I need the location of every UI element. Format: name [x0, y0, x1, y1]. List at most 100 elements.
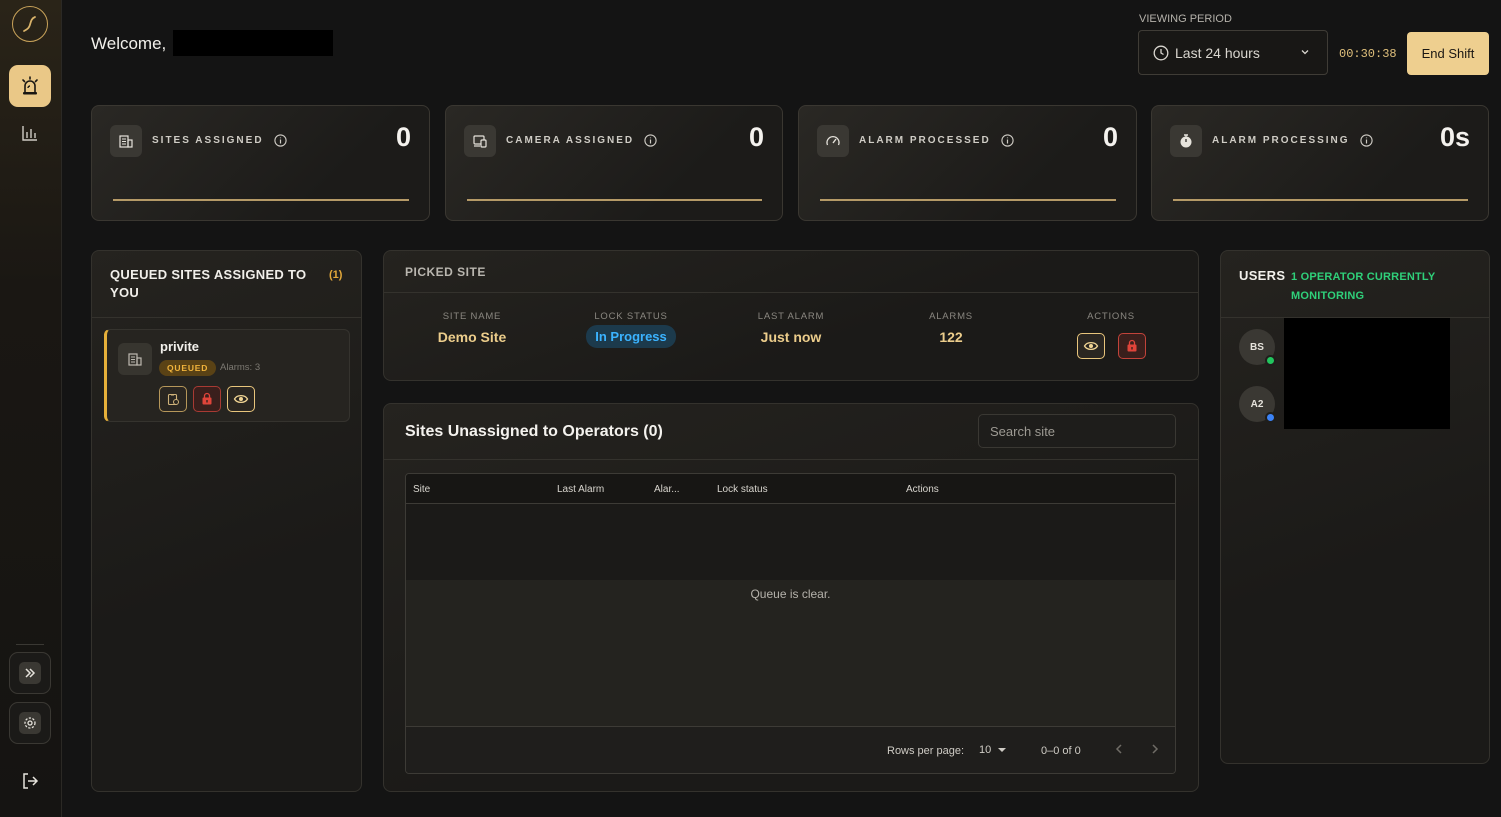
- stat-card-alarm-processed: ALARM PROCESSED 0: [798, 105, 1137, 221]
- rows-per-page-select[interactable]: 10: [979, 744, 1009, 756]
- viewing-period-value: Last 24 hours: [1175, 44, 1260, 61]
- lock-site-button[interactable]: [193, 386, 221, 412]
- panel-divider: [384, 459, 1198, 460]
- shift-timer: 00:30:38: [1339, 47, 1397, 61]
- eye-icon: [1083, 341, 1099, 351]
- column-header-alarms[interactable]: Alar...: [654, 484, 680, 495]
- clipboard-icon: [167, 393, 179, 406]
- app-logo-icon[interactable]: [12, 6, 48, 42]
- view-picked-site-button[interactable]: [1077, 333, 1105, 359]
- queued-site-name: privite: [160, 339, 200, 354]
- info-icon[interactable]: [1359, 134, 1373, 147]
- stat-label: SITES ASSIGNED: [152, 135, 264, 146]
- picked-col-last-alarm: LAST ALARM Just now: [711, 311, 871, 345]
- assign-site-button[interactable]: [159, 386, 187, 412]
- stat-progress-bar: [820, 199, 1116, 201]
- picked-last-alarm: Just now: [760, 329, 822, 345]
- queued-status-badge: QUEUED: [159, 360, 217, 376]
- unlock-picked-site-button[interactable]: [1118, 333, 1146, 359]
- column-header-site[interactable]: Site: [413, 484, 430, 495]
- siren-icon: [22, 76, 38, 95]
- stat-label: ALARM PROCESSED: [859, 135, 991, 146]
- redacted-username: [173, 30, 333, 56]
- column-header-lock-status[interactable]: Lock status: [717, 484, 768, 495]
- stat-card-alarm-processing: ALARM PROCESSING 0s: [1151, 105, 1489, 221]
- pagination-range: 0–0 of 0: [1041, 745, 1081, 757]
- users-title: USERS: [1239, 268, 1286, 283]
- users-panel: USERS 1 OPERATOR CURRENTLY MONITORING BS…: [1220, 250, 1490, 764]
- stat-progress-bar: [113, 199, 409, 201]
- table-body: [406, 580, 1175, 726]
- sidebar-divider: [16, 644, 44, 645]
- table-header: Site Last Alarm Alar... Lock status Acti…: [406, 474, 1175, 504]
- stat-label: CAMERA ASSIGNED: [506, 135, 635, 146]
- table-pagination: Rows per page: 10 0–0 of 0: [406, 726, 1175, 773]
- sidebar: [0, 0, 62, 817]
- rows-per-page-label: Rows per page:: [887, 745, 965, 757]
- settings-button[interactable]: [9, 702, 51, 744]
- info-icon[interactable]: [644, 134, 657, 147]
- gauge-icon: [817, 125, 849, 157]
- end-shift-button[interactable]: End Shift: [1407, 32, 1489, 75]
- alarms-nav-button[interactable]: [9, 65, 51, 107]
- camera-device-icon: [464, 125, 496, 157]
- column-header: SITE NAME: [442, 311, 502, 322]
- avatar[interactable]: BS: [1239, 329, 1276, 366]
- logout-button[interactable]: [9, 760, 51, 802]
- view-site-button[interactable]: [227, 386, 255, 412]
- stat-value: 0: [748, 122, 764, 152]
- logout-icon: [23, 773, 39, 789]
- analytics-nav-button[interactable]: [9, 112, 51, 154]
- stat-progress-bar: [467, 199, 762, 201]
- eye-icon: [233, 394, 249, 404]
- building-icon: [110, 125, 142, 157]
- stopwatch-icon: [1170, 125, 1202, 157]
- picked-site-title: PICKED SITE: [405, 265, 486, 279]
- table-body-band: [406, 504, 1175, 580]
- avatar-initials: A2: [1250, 398, 1264, 410]
- stat-progress-bar: [1173, 199, 1468, 201]
- picked-col-lock-status: LOCK STATUS In Progress: [551, 311, 711, 348]
- panel-divider: [92, 317, 361, 318]
- users-monitoring-status: 1 OPERATOR CURRENTLY MONITORING: [1291, 271, 1436, 302]
- stat-value: 0: [395, 122, 411, 152]
- picked-site-name: Demo Site: [437, 329, 507, 345]
- online-status-dot: [1265, 355, 1276, 366]
- avatar[interactable]: A2: [1239, 386, 1276, 423]
- expand-sidebar-button[interactable]: [9, 652, 51, 694]
- queued-site-alarms: Alarms: 3: [220, 362, 261, 373]
- unassigned-sites-panel: Sites Unassigned to Operators (0) Site L…: [383, 403, 1199, 792]
- column-header-last-alarm[interactable]: Last Alarm: [557, 484, 604, 495]
- building-icon: [118, 343, 152, 375]
- online-status-dot: [1265, 412, 1276, 423]
- queued-sites-title: QUEUED SITES ASSIGNED TO YOU: [110, 267, 307, 300]
- rows-per-page-value: 10: [979, 744, 992, 756]
- column-header: LOCK STATUS: [594, 311, 668, 322]
- stat-value: 0: [1102, 122, 1118, 152]
- unassigned-sites-title: Sites Unassigned to Operators (0): [405, 423, 663, 440]
- gear-icon: [24, 717, 36, 729]
- stat-label: ALARM PROCESSING: [1212, 135, 1350, 146]
- column-header-actions: Actions: [906, 484, 939, 495]
- queued-site-item[interactable]: privite QUEUED Alarms: 3: [104, 329, 350, 422]
- stat-value: 0s: [1439, 122, 1470, 152]
- stat-card-sites-assigned: SITES ASSIGNED 0: [91, 105, 430, 221]
- caret-down-icon: [998, 748, 1007, 752]
- info-icon[interactable]: [273, 134, 287, 147]
- avatar-initials: BS: [1250, 341, 1264, 353]
- column-header: LAST ALARM: [757, 311, 825, 322]
- info-icon[interactable]: [1001, 134, 1014, 147]
- chevron-left-icon[interactable]: [1112, 742, 1126, 756]
- queued-sites-panel: QUEUED SITES ASSIGNED TO YOU (1) privite…: [91, 250, 362, 792]
- redacted-user-list: [1284, 318, 1450, 429]
- lock-status-badge: In Progress: [586, 325, 676, 348]
- viewing-period-select[interactable]: Last 24 hours: [1138, 30, 1328, 75]
- lock-icon: [1127, 339, 1137, 352]
- chevrons-right-icon: [25, 668, 36, 678]
- chevron-right-icon[interactable]: [1148, 742, 1162, 756]
- bar-chart-icon: [22, 126, 37, 141]
- unassigned-sites-table: Site Last Alarm Alar... Lock status Acti…: [405, 473, 1176, 774]
- queued-sites-count: (1): [329, 269, 343, 281]
- column-header: ACTIONS: [1087, 311, 1135, 322]
- search-site-input[interactable]: [978, 414, 1176, 448]
